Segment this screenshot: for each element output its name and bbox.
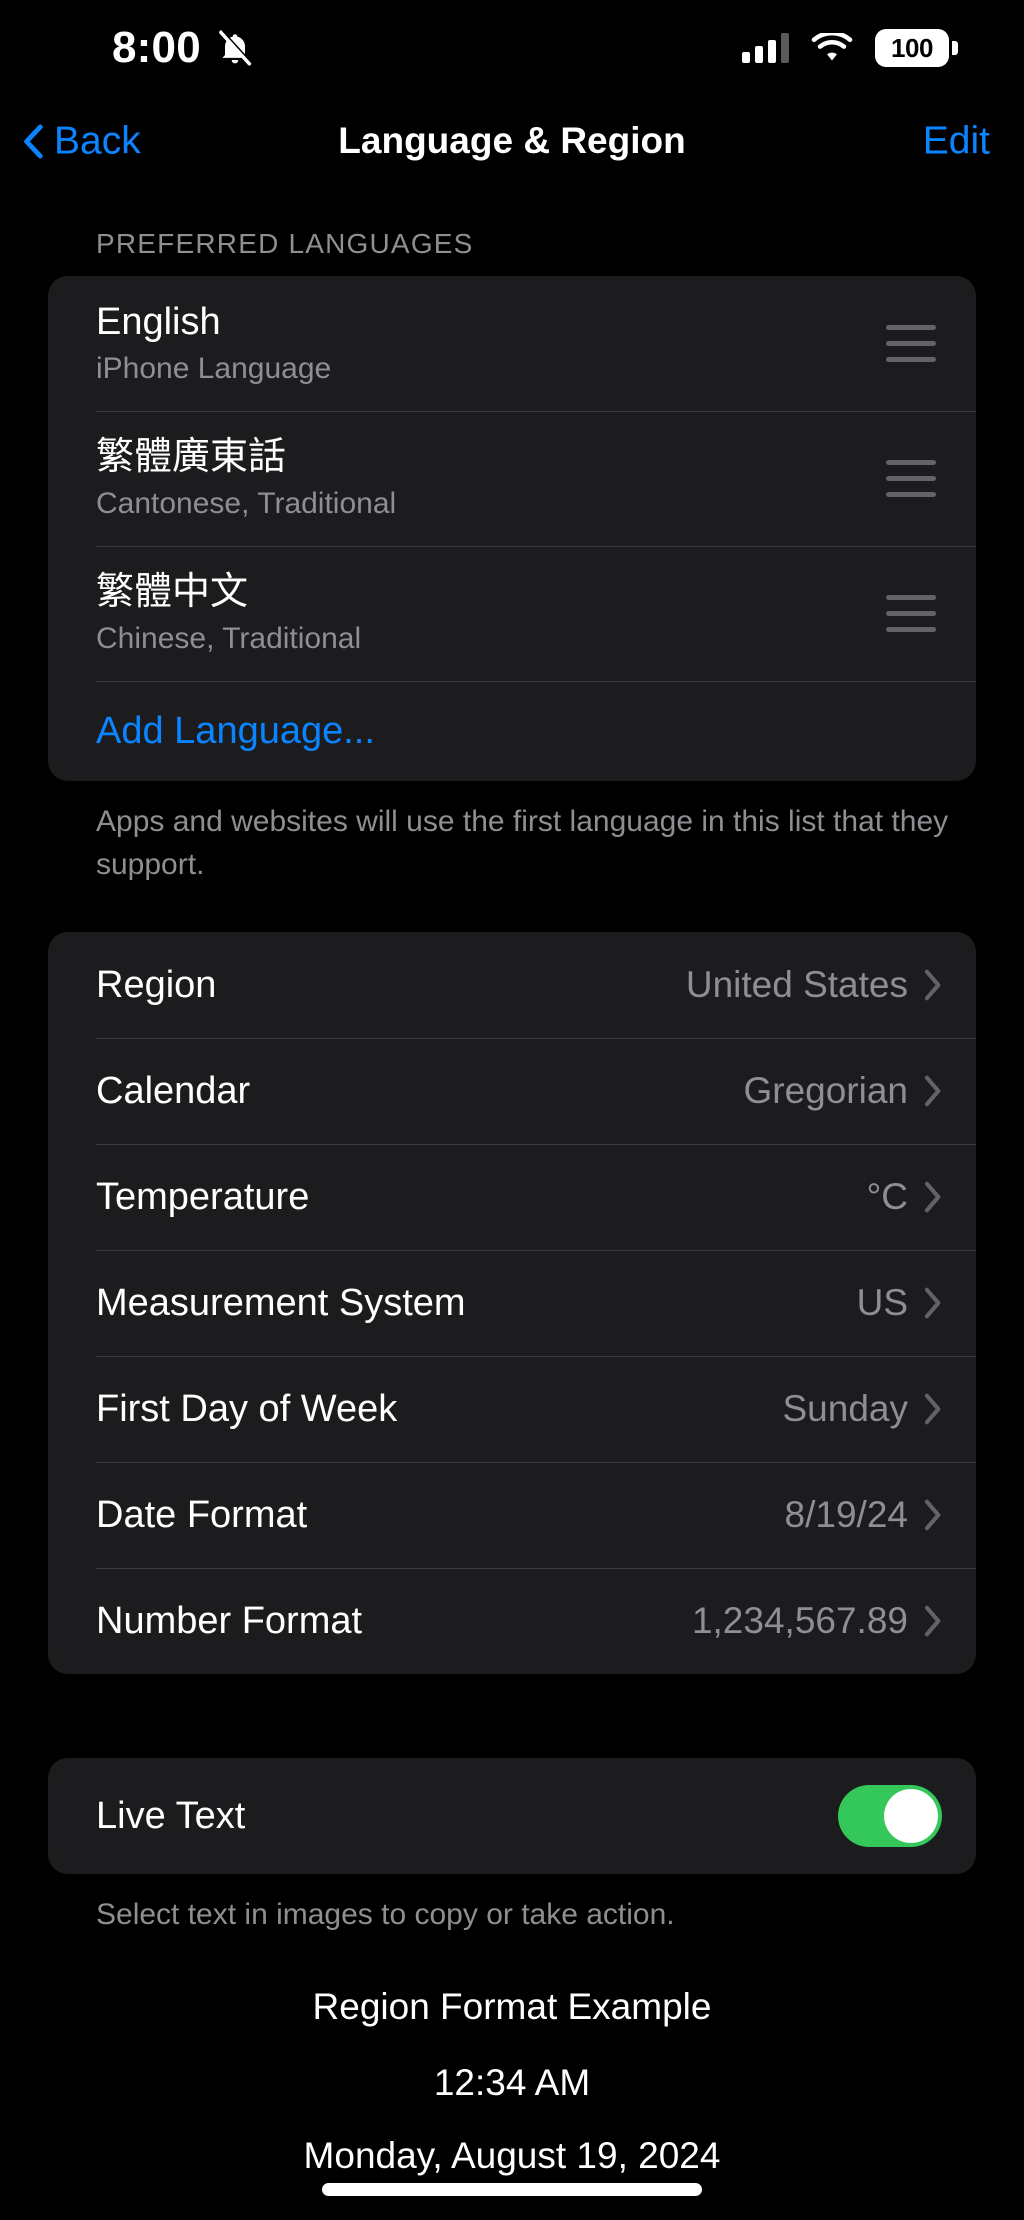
row-right: US	[857, 1282, 942, 1324]
status-bar-clock: 8:00	[112, 23, 201, 72]
status-bar-left: 8:00	[112, 26, 255, 70]
bell-slash-icon	[219, 30, 252, 66]
table-row[interactable]: Date Format 8/19/24	[48, 1462, 976, 1568]
chevron-right-icon	[924, 1181, 941, 1213]
example-time: 12:34 AM	[433, 2062, 591, 2104]
row-value: °C	[866, 1176, 908, 1218]
home-indicator[interactable]	[322, 2183, 702, 2196]
chevron-right-icon	[924, 969, 941, 1001]
languages-footnote: Apps and websites will use the first lan…	[96, 805, 949, 881]
preferred-languages-header: PREFERRED LANGUAGES	[96, 228, 474, 259]
row-label: Temperature	[96, 1175, 310, 1218]
example-date: Monday, August 19, 2024	[303, 2134, 721, 2176]
settings-content: PREFERRED LANGUAGES English iPhone Langu…	[0, 186, 1024, 2178]
live-text-row: Live Text	[48, 1758, 976, 1874]
cellular-signal-icon	[742, 33, 789, 63]
reorder-handle-icon[interactable]	[886, 595, 942, 632]
list-item[interactable]: English iPhone Language	[48, 276, 976, 411]
row-label: Calendar	[96, 1069, 251, 1112]
list-item[interactable]: 繁體中文 Chinese, Traditional	[48, 546, 976, 681]
row-label: Measurement System	[96, 1281, 466, 1324]
table-row[interactable]: Measurement System US	[48, 1250, 976, 1356]
row-label: First Day of Week	[96, 1387, 398, 1430]
row-value: US	[856, 1282, 908, 1324]
example-title: Region Format Example	[312, 1985, 712, 2027]
battery-body: 100	[875, 29, 949, 67]
row-label: Number Format	[96, 1599, 363, 1642]
status-bar: 8:00 100	[0, 0, 1024, 96]
edit-button[interactable]: Edit	[923, 122, 990, 161]
live-text-footnote: Select text in images to copy or take ac…	[96, 1898, 675, 1932]
language-name: 繁體廣東話	[96, 436, 287, 479]
navigation-bar: Back Language & Region Edit	[0, 96, 1024, 186]
language-name: English	[96, 301, 221, 344]
add-language-label: Add Language...	[96, 709, 375, 752]
row-value: 1,234,567.89	[691, 1600, 908, 1642]
language-text: English iPhone Language	[96, 301, 331, 385]
language-name: 繁體中文	[96, 571, 249, 614]
row-value: Sunday	[782, 1388, 909, 1430]
wifi-icon	[811, 32, 853, 60]
list-item[interactable]: 繁體廣東話 Cantonese, Traditional	[48, 411, 976, 546]
chevron-right-icon	[924, 1393, 941, 1425]
row-right: United States	[686, 964, 942, 1006]
preferred-languages-card: English iPhone Language 繁體廣東話 Cantonese,…	[48, 276, 976, 781]
table-row[interactable]: First Day of Week Sunday	[48, 1356, 976, 1462]
add-language-button[interactable]: Add Language...	[48, 681, 976, 781]
table-row[interactable]: Calendar Gregorian	[48, 1038, 976, 1144]
row-label: Date Format	[96, 1493, 308, 1536]
language-text: 繁體中文 Chinese, Traditional	[96, 571, 361, 655]
row-right: 1,234,567.89	[692, 1600, 942, 1642]
chevron-right-icon	[924, 1287, 941, 1319]
table-row[interactable]: Number Format 1,234,567.89	[48, 1568, 976, 1674]
reorder-handle-icon[interactable]	[886, 460, 942, 497]
language-subtitle: iPhone Language	[96, 351, 332, 385]
back-button[interactable]: Back	[22, 122, 141, 161]
page-title: Language & Region	[338, 120, 686, 161]
row-value: United States	[685, 964, 908, 1006]
region-format-example: Region Format Example 12:34 AM Monday, A…	[0, 1937, 1024, 2178]
iphone-settings-screen: 8:00 100 Back Language & Region Edit PRE…	[0, 0, 1024, 2220]
row-label: Region	[96, 963, 217, 1006]
status-bar-right: 100	[742, 29, 958, 67]
row-value: 8/19/24	[784, 1494, 908, 1536]
live-text-label: Live Text	[96, 1794, 246, 1837]
table-row[interactable]: Temperature °C	[48, 1144, 976, 1250]
language-subtitle: Cantonese, Traditional	[96, 486, 397, 520]
row-right: Gregorian	[743, 1070, 942, 1112]
live-text-toggle[interactable]	[838, 1785, 942, 1848]
row-value: Gregorian	[743, 1070, 908, 1112]
back-button-label: Back	[54, 119, 141, 163]
reorder-handle-icon[interactable]	[886, 325, 942, 362]
row-right: °C	[866, 1176, 942, 1218]
row-right: Sunday	[783, 1388, 943, 1430]
language-subtitle: Chinese, Traditional	[96, 621, 362, 655]
chevron-right-icon	[924, 1075, 941, 1107]
toggle-knob	[884, 1789, 938, 1844]
chevron-left-icon	[24, 123, 43, 159]
table-row[interactable]: Region United States	[48, 932, 976, 1038]
language-text: 繁體廣東話 Cantonese, Traditional	[96, 436, 396, 520]
region-settings-card: Region United States Calendar Gregorian …	[48, 932, 976, 1675]
chevron-right-icon	[924, 1499, 941, 1531]
chevron-right-icon	[924, 1605, 941, 1637]
battery-percent-label: 100	[891, 32, 933, 63]
live-text-card: Live Text	[48, 1758, 976, 1875]
row-right: 8/19/24	[785, 1494, 942, 1536]
battery-indicator: 100	[875, 29, 958, 67]
battery-cap	[952, 41, 958, 55]
